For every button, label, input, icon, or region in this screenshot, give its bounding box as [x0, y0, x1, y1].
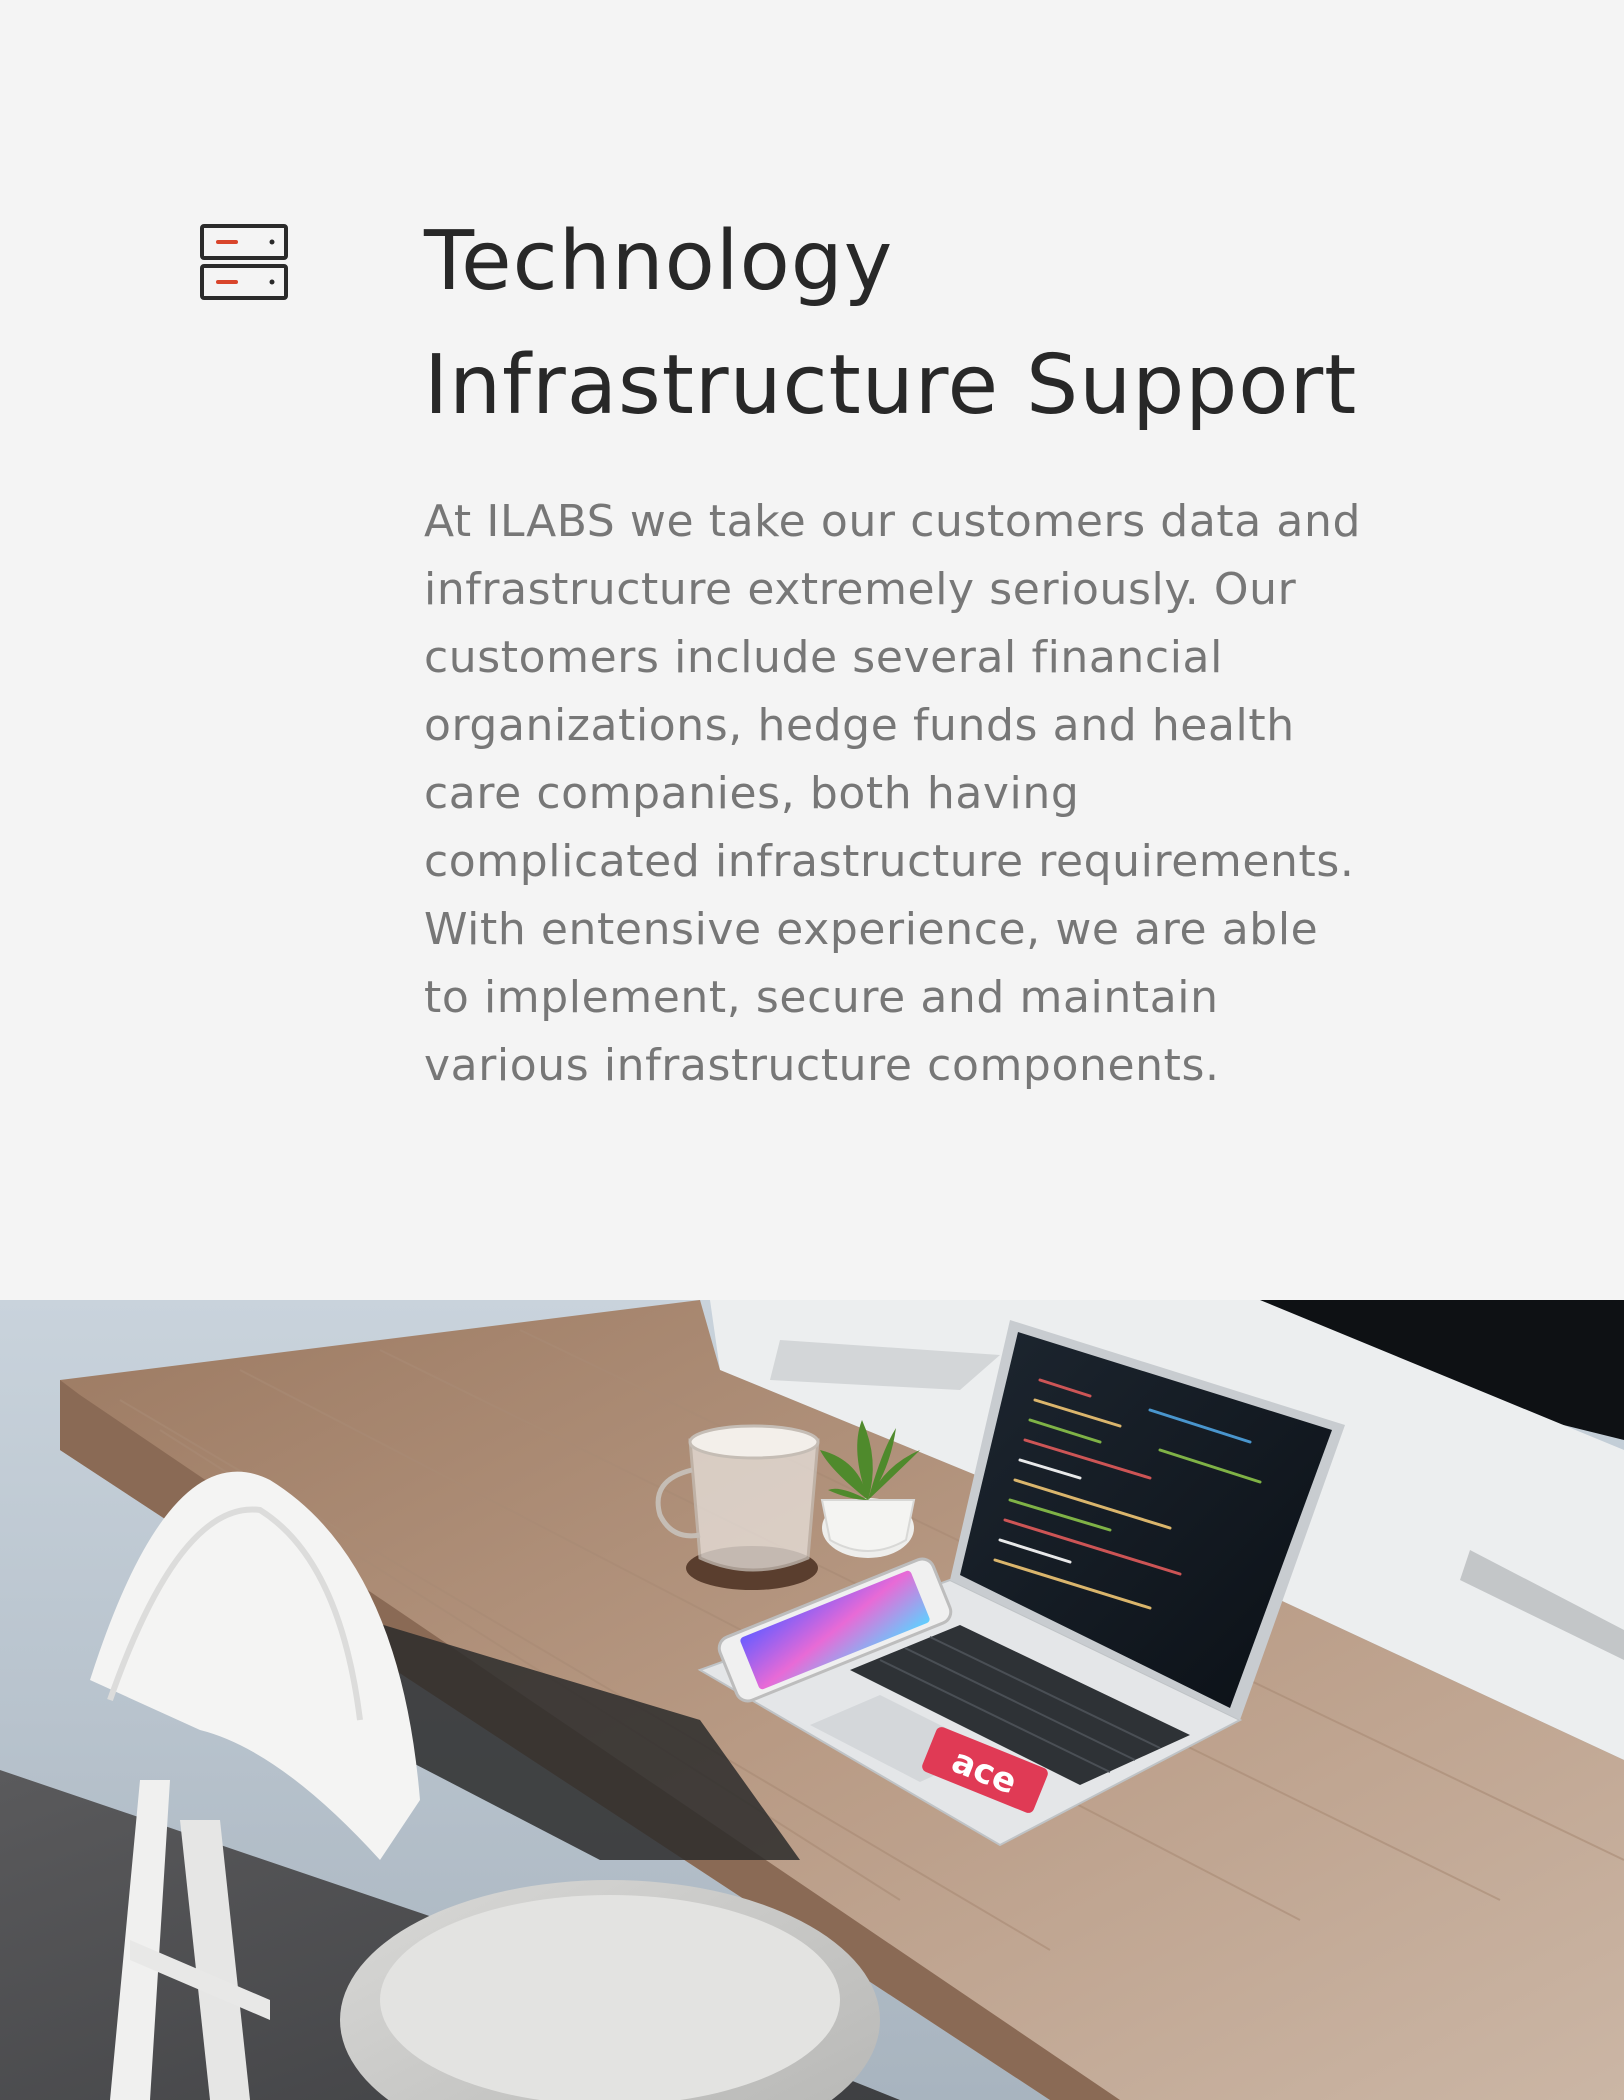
- description-line: customers include several financial: [424, 632, 1223, 683]
- description-line: to implement, secure and maintain: [424, 972, 1219, 1023]
- description-line: With entensive experience, we are able: [424, 904, 1319, 955]
- service-section: Technology Infrastructure Support At ILA…: [0, 0, 1624, 1300]
- section-title: Technology Infrastructure Support: [424, 200, 1464, 448]
- section-title-line: Technology: [424, 214, 894, 309]
- workspace-photo: ace: [0, 1300, 1624, 2100]
- description-line: infrastructure extremely seriously. Our: [424, 564, 1297, 615]
- description-line: complicated infrastructure requirements.: [424, 836, 1355, 887]
- description-line: At ILABS we take our customers data and: [424, 496, 1361, 547]
- server-stack-icon: [198, 222, 290, 302]
- section-description: At ILABS we take our customers data and …: [424, 488, 1464, 1100]
- description-line: organizations, hedge funds and health: [424, 700, 1295, 751]
- description-line: care companies, both having: [424, 768, 1080, 819]
- description-line: various infrastructure components.: [424, 1040, 1220, 1091]
- section-title-line: Infrastructure Support: [424, 338, 1358, 433]
- page: Technology Infrastructure Support At ILA…: [0, 0, 1624, 2100]
